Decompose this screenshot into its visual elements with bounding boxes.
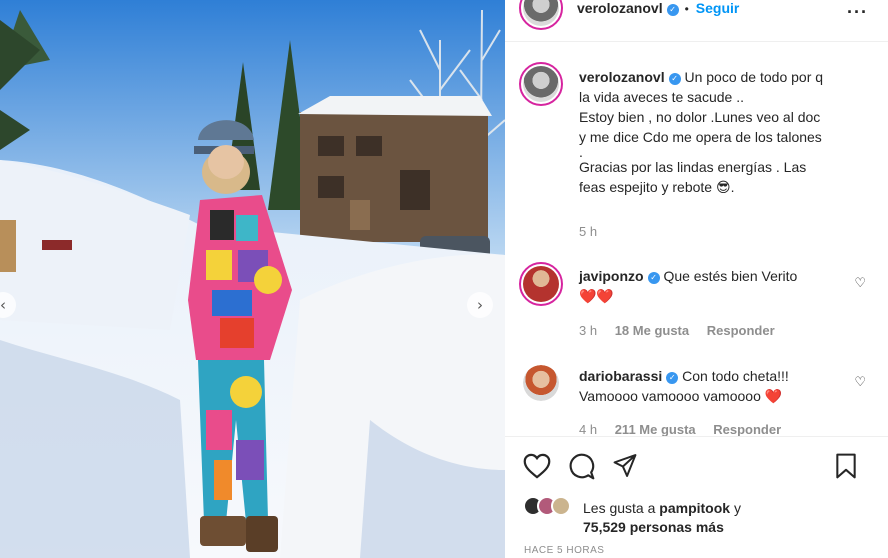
caption-line-1: la vida aveces te sacude .. bbox=[579, 89, 744, 105]
comment-username[interactable]: dariobarassi bbox=[579, 368, 662, 384]
photo-illustration bbox=[0, 0, 505, 558]
more-options-icon[interactable]: ··· bbox=[847, 2, 868, 23]
caption-time: 5 h bbox=[579, 224, 598, 239]
caption-author-avatar[interactable] bbox=[519, 62, 563, 106]
caption-line-4: . bbox=[579, 144, 583, 160]
comment-meta: 3 h 18 Me gusta Responder bbox=[579, 323, 775, 338]
comment-reply-button[interactable]: Responder bbox=[707, 323, 775, 338]
send-icon[interactable] bbox=[612, 453, 638, 478]
likes-count[interactable]: 75,529 bbox=[583, 519, 626, 535]
comment-text-line2: ❤️❤️ bbox=[579, 288, 614, 304]
comment-icon[interactable] bbox=[568, 453, 595, 480]
bookmark-icon[interactable] bbox=[835, 453, 857, 479]
separator-dot: • bbox=[684, 2, 689, 16]
caption-line-2: Estoy bien , no dolor .Lunes veo al doc bbox=[579, 109, 821, 125]
caption-username[interactable]: verolozanovl bbox=[579, 69, 665, 85]
follow-button[interactable]: Seguir bbox=[696, 0, 740, 16]
post-header: verolozanovl ✓ • Seguir ··· bbox=[505, 0, 888, 42]
verified-badge-icon: ✓ bbox=[668, 73, 681, 85]
caption-line-6: feas espejito y rebote 😎. bbox=[579, 179, 735, 195]
comment-reply-button[interactable]: Responder bbox=[713, 422, 781, 437]
comment-like-icon[interactable]: ♡ bbox=[854, 276, 866, 291]
likes-connector: y bbox=[733, 500, 741, 516]
verified-badge-icon: ✓ bbox=[647, 272, 660, 284]
author-avatar[interactable] bbox=[519, 0, 563, 30]
comment-likes[interactable]: 18 Me gusta bbox=[615, 323, 689, 338]
comment-time: 4 h bbox=[579, 422, 598, 437]
caption-line-5: Gracias por las lindas energías . Las bbox=[579, 159, 807, 175]
caption-line-3: y me dice Cdo me opera de los talones bbox=[579, 129, 822, 145]
caption: verolozanovl ✓ Un poco de todo por q la v… bbox=[579, 67, 879, 197]
comment-username[interactable]: javiponzo bbox=[579, 268, 644, 284]
verified-badge-icon: ✓ bbox=[666, 4, 679, 16]
comment-avatar[interactable] bbox=[519, 262, 563, 306]
caption-line-0: Un poco de todo por q bbox=[684, 69, 824, 85]
verified-badge-icon: ✓ bbox=[666, 372, 679, 384]
likes-summary[interactable]: Les gusta a pampitook y 75,529 personas … bbox=[583, 499, 741, 537]
comment-like-icon[interactable]: ♡ bbox=[854, 375, 866, 390]
post-timestamp: HACE 5 HORAS bbox=[524, 545, 605, 556]
likes-suffix[interactable]: personas más bbox=[630, 519, 724, 535]
likes-user[interactable]: pampitook bbox=[659, 500, 730, 516]
carousel-next-button[interactable]: › bbox=[467, 292, 493, 318]
comment-text-line2: Vamoooo vamoooo vamoooo ❤️ bbox=[579, 388, 783, 404]
comment-likes[interactable]: 211 Me gusta bbox=[615, 422, 696, 437]
liker-avatar bbox=[551, 496, 571, 516]
comment-avatar[interactable] bbox=[523, 365, 559, 401]
comment-time: 3 h bbox=[579, 323, 598, 338]
comment-text: Con todo cheta!!! bbox=[682, 368, 789, 384]
author-username[interactable]: verolozanovl bbox=[577, 0, 663, 16]
heart-icon[interactable] bbox=[523, 453, 551, 479]
comment: dariobarassi ✓ Con todo cheta!!! Vamoooo … bbox=[579, 366, 859, 406]
likes-prefix: Les gusta a bbox=[583, 500, 656, 516]
post-photo[interactable]: ‹ › bbox=[0, 0, 505, 558]
comment: javiponzo ✓ Que estés bien Verito ❤️❤️ bbox=[579, 266, 849, 306]
post-sidebar: verolozanovl ✓ • Seguir ··· verolozanovl ✓ U… bbox=[505, 0, 888, 558]
comment-meta: 4 h 211 Me gusta Responder bbox=[579, 422, 781, 437]
comment-text: Que estés bien Verito bbox=[663, 268, 798, 284]
